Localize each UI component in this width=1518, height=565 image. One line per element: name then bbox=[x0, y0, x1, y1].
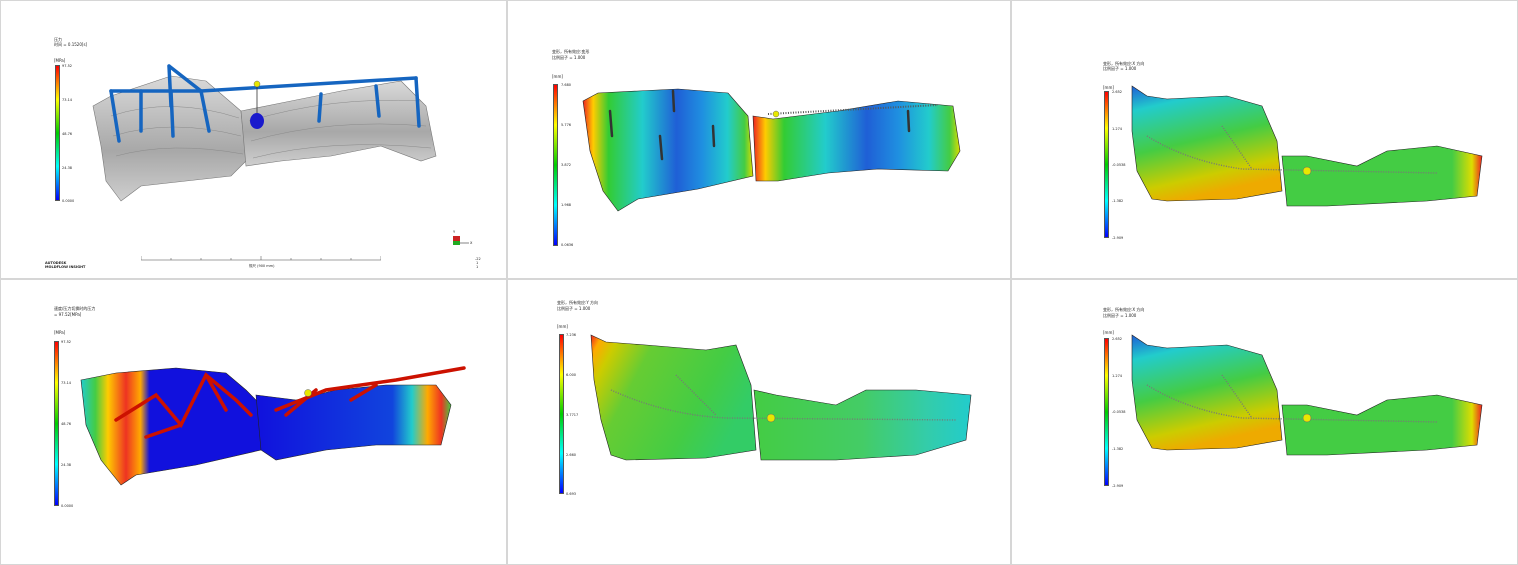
part-model-view[interactable] bbox=[76, 365, 476, 495]
colorbar-unit: [mm] bbox=[1103, 330, 1114, 335]
panel-subtitle: 比例因子 = 1.000 bbox=[557, 306, 591, 311]
part-model-view[interactable] bbox=[586, 330, 976, 465]
colorbar-tick: -0.0538 bbox=[1112, 410, 1126, 414]
triad-x-label: X bbox=[470, 241, 473, 245]
scale-ruler bbox=[141, 256, 381, 261]
part-model-view[interactable] bbox=[1127, 81, 1487, 211]
colorbar-tick: 2.660 bbox=[566, 453, 577, 457]
panel-subtitle: 比例因子 = 1.000 bbox=[1103, 66, 1137, 71]
panel-title: 变形，所有效应:变形 bbox=[552, 49, 590, 54]
colorbar-tick: -2.909 bbox=[1112, 236, 1124, 240]
colorbar-tick: 5.776 bbox=[561, 123, 572, 127]
colorbar-unit: [MPa] bbox=[54, 330, 66, 335]
colorbar-tick: 24.38 bbox=[62, 166, 73, 170]
colorbar-unit: [MPa] bbox=[54, 58, 66, 63]
colorbar-tick: 6.000 bbox=[566, 373, 577, 377]
panel-title: 速度/压力切换时的压力 bbox=[54, 306, 96, 311]
colorbar-tick: 24.38 bbox=[61, 463, 72, 467]
colorbar-tick: 0.693 bbox=[566, 492, 577, 496]
colorbar-tick: 2.652 bbox=[1112, 337, 1123, 341]
colorbar-tick: 3.7717 bbox=[566, 413, 579, 417]
footer-product: MOLDFLOW INSIGHT bbox=[45, 265, 86, 269]
colorbar-tick: 48.76 bbox=[61, 422, 72, 426]
colorbar bbox=[553, 84, 558, 246]
part-model-view[interactable] bbox=[81, 56, 451, 216]
scale-label: 规尺 (900 mm) bbox=[249, 264, 275, 268]
panel-title: 变形，所有效应:Y 方向 bbox=[557, 300, 599, 305]
part-model-view[interactable] bbox=[1127, 330, 1487, 460]
part-model-view[interactable] bbox=[578, 81, 968, 216]
colorbar-tick: 73.14 bbox=[61, 381, 72, 385]
colorbar-tick: 2.652 bbox=[1112, 90, 1123, 94]
panel-subtitle: 时间 = 0.1520[s] bbox=[54, 42, 88, 47]
colorbar-tick: -2.909 bbox=[1112, 484, 1124, 488]
colorbar bbox=[55, 65, 60, 201]
panel-deflection-total[interactable]: 变形，所有效应:变形 比例因子 = 1.000 [mm] 7.680 5.776… bbox=[507, 0, 1011, 279]
triad-readout: 1 bbox=[476, 265, 479, 269]
colorbar bbox=[54, 341, 59, 506]
panel-subtitle: 比例因子 = 1.000 bbox=[1103, 313, 1137, 318]
colorbar-tick: -1.382 bbox=[1112, 447, 1124, 451]
colorbar-tick: 1.968 bbox=[561, 203, 572, 207]
panel-subtitle: 比例因子 = 1.000 bbox=[552, 55, 586, 60]
colorbar-tick: 0.0000 bbox=[61, 504, 74, 508]
panel-deflection-x[interactable]: 变形，所有效应:X 方向 比例因子 = 1.000 [mm] 2.652 1.2… bbox=[1011, 0, 1518, 279]
colorbar-tick: -1.382 bbox=[1112, 199, 1124, 203]
panel-deflection-y[interactable]: 变形，所有效应:Y 方向 比例因子 = 1.000 [mm] 7.236 6.0… bbox=[507, 279, 1011, 565]
colorbar-tick: 7.680 bbox=[561, 83, 572, 87]
colorbar-unit: [mm] bbox=[557, 324, 568, 329]
colorbar-tick: 1.274 bbox=[1112, 374, 1123, 378]
colorbar-tick: -0.0538 bbox=[1112, 163, 1126, 167]
panel-title: 变形，所有效应:X 方向 bbox=[1103, 307, 1145, 312]
colorbar bbox=[559, 334, 564, 494]
colorbar bbox=[1104, 91, 1109, 238]
colorbar-unit: [mm] bbox=[552, 74, 563, 79]
colorbar bbox=[1104, 338, 1109, 486]
colorbar-tick: 48.76 bbox=[62, 132, 73, 136]
panel-switchover-pressure[interactable]: 速度/压力切换时的压力 = 97.52[MPa] [MPa] 97.52 73.… bbox=[0, 279, 507, 565]
triad-y-label: Y bbox=[453, 230, 456, 234]
colorbar-tick: 73.14 bbox=[62, 98, 73, 102]
colorbar-tick: 97.52 bbox=[61, 340, 72, 344]
panel-pressure[interactable]: 压力 时间 = 0.1520[s] [MPa] 97.52 73.14 48.7… bbox=[0, 0, 507, 279]
colorbar-tick: 3.872 bbox=[561, 163, 572, 167]
colorbar-tick: 7.236 bbox=[566, 333, 577, 337]
colorbar-tick: 0.0636 bbox=[561, 243, 574, 247]
result-grid: 压力 时间 = 0.1520[s] [MPa] 97.52 73.14 48.7… bbox=[0, 0, 1518, 565]
colorbar-tick: 1.274 bbox=[1112, 127, 1123, 131]
colorbar-tick: 97.52 bbox=[62, 64, 73, 68]
panel-deflection-x-2[interactable]: 变形，所有效应:X 方向 比例因子 = 1.000 [mm] 2.652 1.2… bbox=[1011, 279, 1518, 565]
colorbar-tick: 0.0000 bbox=[62, 199, 75, 203]
panel-subtitle: = 97.52[MPa] bbox=[54, 312, 82, 317]
